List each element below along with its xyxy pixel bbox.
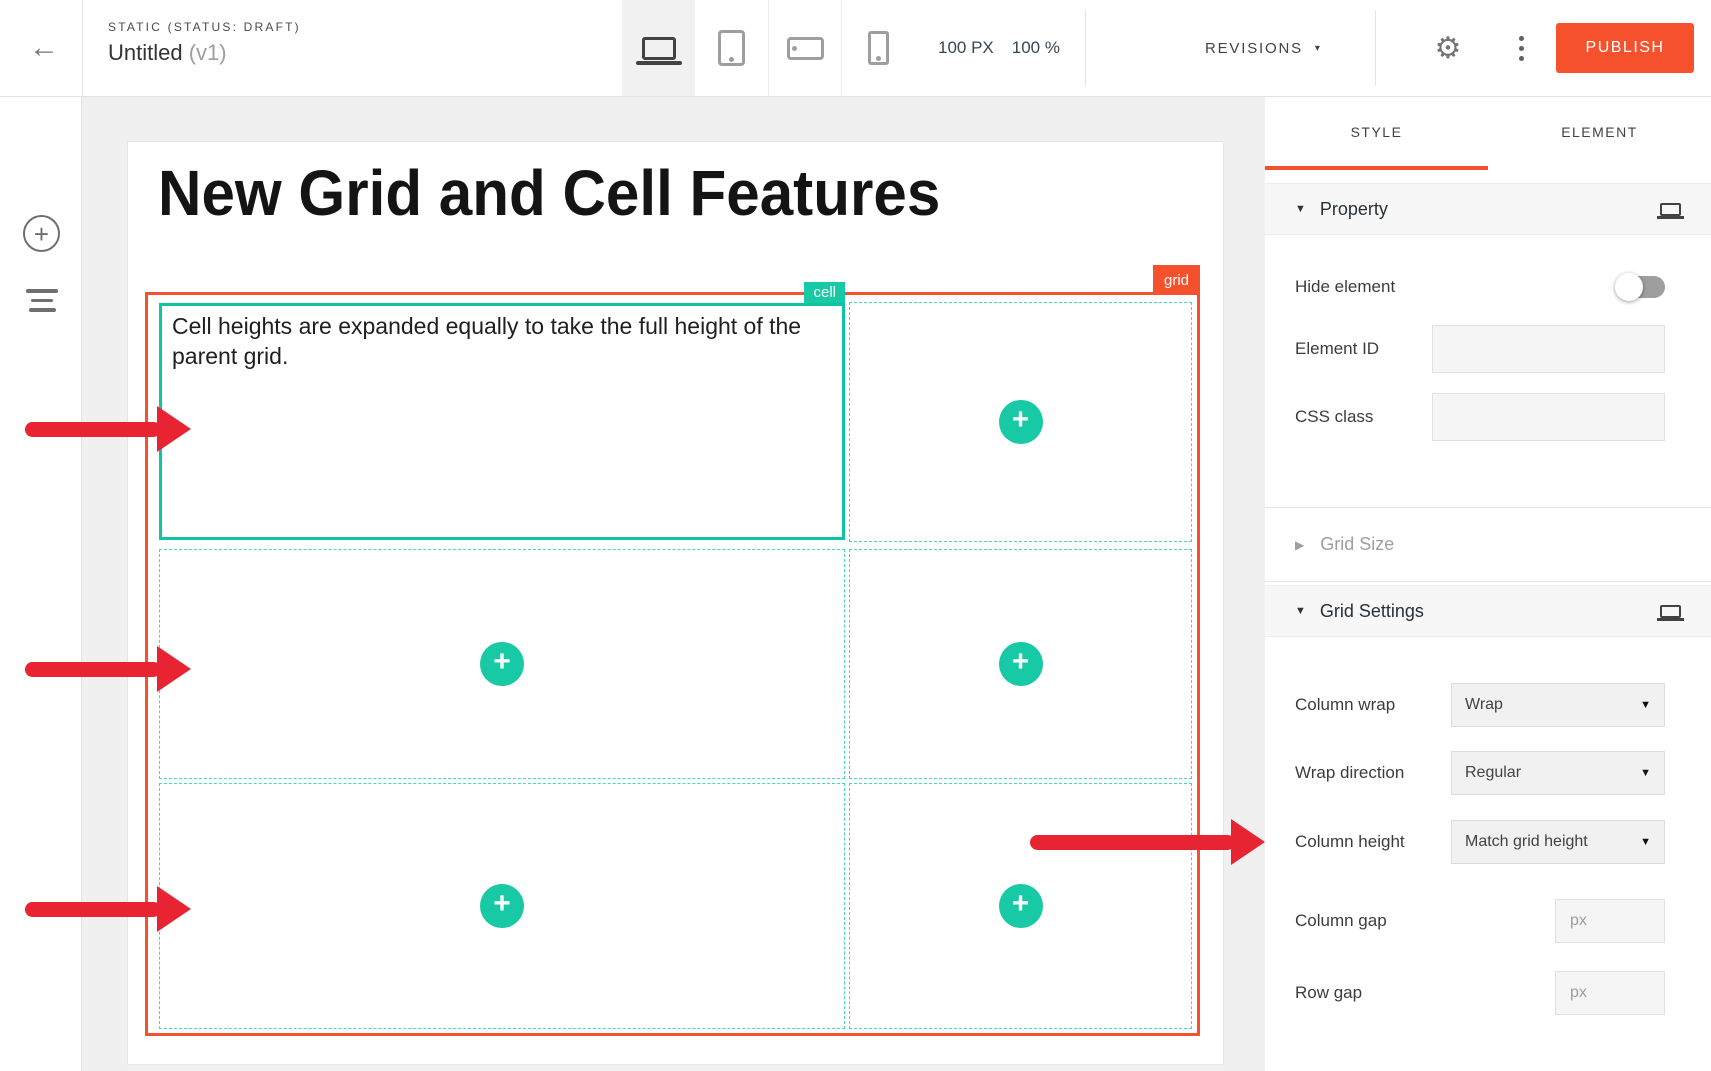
toolbar-divider (1375, 10, 1376, 86)
css-class-label: CSS class (1295, 407, 1373, 427)
toolbar-divider (1085, 10, 1086, 86)
column-height-select[interactable]: Match grid height ▼ (1451, 820, 1665, 864)
hide-element-label: Hide element (1295, 277, 1395, 297)
element-id-label: Element ID (1295, 339, 1379, 359)
selected-cell[interactable]: cell Cell heights are expanded equally t… (159, 303, 845, 540)
laptop-icon (642, 37, 676, 60)
grid-label-badge[interactable]: grid (1153, 265, 1200, 295)
add-content-button[interactable]: + (480, 884, 524, 928)
column-wrap-select[interactable]: Wrap ▼ (1451, 683, 1665, 727)
css-class-row: CSS class (1295, 393, 1665, 441)
revisions-dropdown[interactable]: REVISIONS ▾ (1205, 0, 1322, 96)
chevron-down-icon: ▼ (1640, 767, 1651, 779)
document-title-text: Untitled (108, 40, 183, 65)
mobile-landscape-icon (787, 37, 824, 60)
grid-cell[interactable]: + (849, 783, 1192, 1029)
row-gap-row: Row gap (1295, 971, 1665, 1015)
column-gap-row: Column gap (1295, 899, 1665, 943)
grid-cell[interactable]: + (849, 549, 1192, 779)
canvas-page[interactable]: New Grid and Cell Features grid cell Cel… (128, 142, 1223, 1064)
grid-cell[interactable]: + (849, 302, 1192, 542)
cell-text[interactable]: Cell heights are expanded equally to tak… (172, 311, 832, 372)
property-section-header[interactable]: ▼ Property (1265, 183, 1711, 235)
style-panel: STYLE ELEMENT ▼ Property Hide element El… (1265, 97, 1711, 1071)
section-title: Grid Size (1320, 534, 1394, 555)
viewport-width-value: 100 PX (938, 38, 994, 58)
chevron-right-icon: ▶ (1295, 538, 1304, 552)
select-value: Wrap (1465, 696, 1503, 714)
page-builder-app: ← STATIC (STATUS: DRAFT) Untitled (v1) 1… (0, 0, 1711, 1071)
row-gap-field[interactable] (1555, 971, 1665, 1015)
add-content-button[interactable]: + (999, 400, 1043, 444)
device-preview-switcher (622, 0, 914, 96)
toggle-knob (1615, 273, 1643, 301)
add-content-button[interactable]: + (999, 642, 1043, 686)
row-gap-label: Row gap (1295, 983, 1362, 1003)
viewport-zoom-value: 100 % (1012, 38, 1060, 58)
panel-tabs: STYLE ELEMENT (1265, 97, 1711, 170)
css-class-field[interactable] (1432, 393, 1665, 441)
page-heading[interactable]: New Grid and Cell Features (158, 156, 940, 230)
top-toolbar: ← STATIC (STATUS: DRAFT) Untitled (v1) 1… (0, 0, 1711, 97)
chevron-down-icon: ▼ (1640, 836, 1651, 848)
hide-element-row: Hide element (1295, 273, 1665, 301)
grid-cell[interactable]: + (159, 549, 845, 779)
grid-settings-section-header[interactable]: ▼ Grid Settings (1265, 585, 1711, 637)
cell-label-badge[interactable]: cell (804, 282, 845, 303)
chevron-down-icon: ▾ (1315, 43, 1322, 54)
chevron-down-icon: ▼ (1295, 203, 1306, 215)
document-title: Untitled (v1) (108, 40, 301, 66)
column-height-label: Column height (1295, 832, 1405, 852)
tab-style[interactable]: STYLE (1265, 97, 1488, 170)
kebab-menu-icon[interactable] (1503, 0, 1539, 96)
column-gap-label: Column gap (1295, 911, 1387, 931)
document-status: STATIC (STATUS: DRAFT) (108, 20, 301, 34)
device-tablet-button[interactable] (695, 0, 768, 96)
document-version: (v1) (189, 40, 227, 65)
select-value: Regular (1465, 764, 1521, 782)
publish-button[interactable]: PUBLISH (1556, 23, 1694, 73)
grid-cell[interactable]: + (159, 783, 845, 1029)
add-element-icon[interactable]: + (23, 215, 60, 252)
column-height-row: Column height Match grid height ▼ (1295, 820, 1665, 864)
wrap-direction-row: Wrap direction Regular ▼ (1295, 751, 1665, 795)
column-wrap-label: Column wrap (1295, 695, 1395, 715)
section-title: Property (1320, 199, 1646, 220)
wrap-direction-select[interactable]: Regular ▼ (1451, 751, 1665, 795)
mobile-portrait-icon (868, 31, 889, 65)
hide-element-toggle[interactable] (1615, 273, 1665, 301)
add-content-button[interactable]: + (480, 642, 524, 686)
tablet-icon (718, 30, 745, 66)
element-id-field[interactable] (1432, 325, 1665, 373)
device-laptop-button[interactable] (622, 0, 695, 96)
revisions-label: REVISIONS (1205, 40, 1303, 57)
viewport-size-display: 100 PX 100 % (938, 0, 1060, 96)
wrap-direction-label: Wrap direction (1295, 763, 1404, 783)
chevron-down-icon: ▼ (1640, 699, 1651, 711)
device-landscape-button[interactable] (768, 0, 841, 96)
column-gap-field[interactable] (1555, 899, 1665, 943)
back-icon[interactable]: ← (14, 0, 74, 96)
column-wrap-row: Column wrap Wrap ▼ (1295, 683, 1665, 727)
layers-outline-icon[interactable] (24, 289, 60, 312)
grid-size-section-header[interactable]: ▶ Grid Size (1265, 507, 1711, 582)
section-title: Grid Settings (1320, 601, 1646, 622)
left-rail: + (0, 97, 82, 1071)
grid-element[interactable]: grid cell Cell heights are expanded equa… (145, 292, 1200, 1036)
device-phone-button[interactable] (841, 0, 914, 96)
laptop-scope-icon (1660, 203, 1681, 216)
chevron-down-icon: ▼ (1295, 605, 1306, 617)
document-meta: STATIC (STATUS: DRAFT) Untitled (v1) (108, 20, 301, 66)
add-content-button[interactable]: + (999, 884, 1043, 928)
toolbar-divider (82, 0, 83, 96)
select-value: Match grid height (1465, 833, 1588, 851)
gear-icon[interactable]: ⚙ (1425, 0, 1471, 96)
element-id-row: Element ID (1295, 325, 1665, 373)
laptop-scope-icon (1660, 605, 1681, 618)
tab-element[interactable]: ELEMENT (1488, 97, 1711, 170)
